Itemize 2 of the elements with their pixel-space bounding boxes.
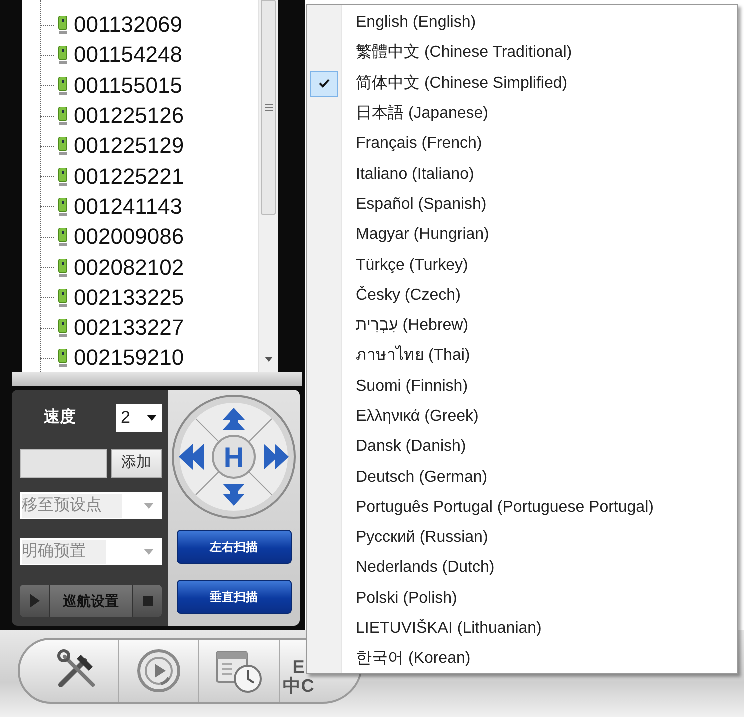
cruise-settings-label: 巡航设置 [50,585,132,617]
speed-label: 速度 [44,407,76,428]
